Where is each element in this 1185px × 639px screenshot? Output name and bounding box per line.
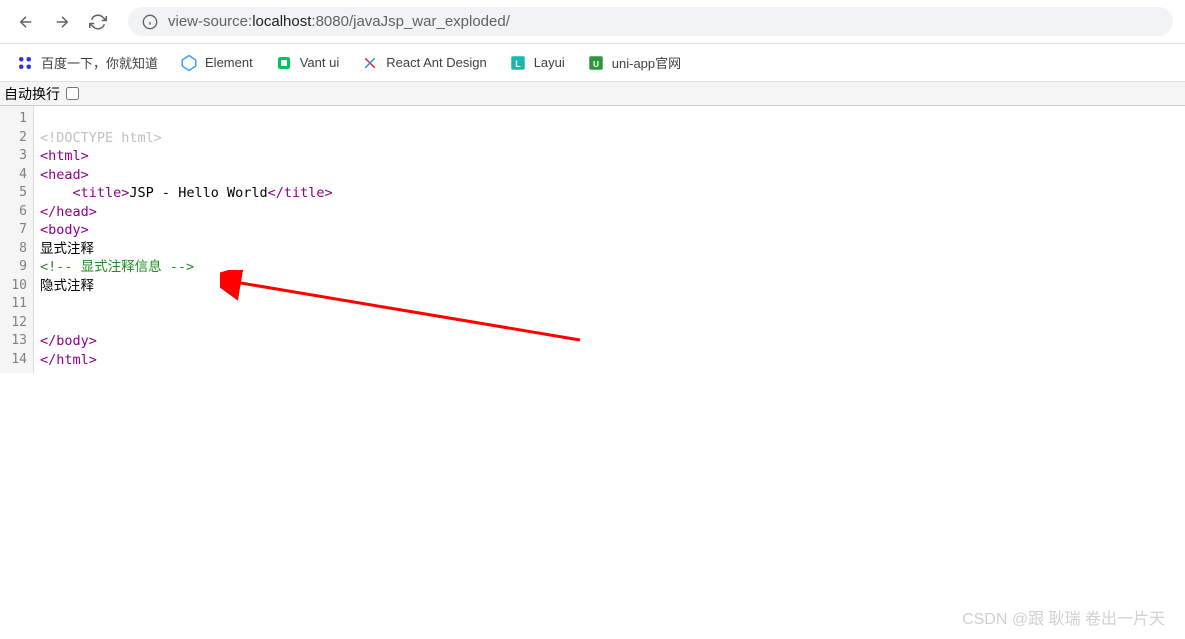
line-number: 12 xyxy=(0,314,33,333)
bookmark-label: Layui xyxy=(534,55,565,70)
line-number: 10 xyxy=(0,277,33,296)
code-line: <head> xyxy=(40,166,1179,185)
line-number: 13 xyxy=(0,332,33,351)
url-text: view-source:localhost:8080/javaJsp_war_e… xyxy=(168,13,510,30)
info-icon xyxy=(142,14,158,30)
code-line: <!DOCTYPE html> xyxy=(40,129,1179,148)
forward-button[interactable] xyxy=(48,8,76,36)
bookmark-vant[interactable]: Vant ui xyxy=(275,54,340,72)
code-line: <title>JSP - Hello World</title> xyxy=(40,184,1179,203)
code-line: 显式注释 xyxy=(40,240,1179,259)
line-number: 3 xyxy=(0,147,33,166)
svg-text:U: U xyxy=(593,59,599,68)
uniapp-icon: U xyxy=(587,54,605,72)
baidu-icon xyxy=(16,54,34,72)
url-bar[interactable]: view-source:localhost:8080/javaJsp_war_e… xyxy=(128,7,1173,36)
line-number: 1 xyxy=(0,110,33,129)
element-icon xyxy=(180,54,198,72)
line-numbers: 1 2 3 4 5 6 7 8 9 10 11 12 13 14 xyxy=(0,106,34,373)
code-line: <body> xyxy=(40,221,1179,240)
bookmark-label: 百度一下，你就知道 xyxy=(41,53,158,72)
autowrap-checkbox[interactable] xyxy=(66,87,79,100)
bookmark-baidu[interactable]: 百度一下，你就知道 xyxy=(16,53,158,72)
code-line: <!-- 显式注释信息 --> xyxy=(40,258,1179,277)
line-number: 5 xyxy=(0,184,33,203)
bookmark-uniapp[interactable]: U uni-app官网 xyxy=(587,53,681,72)
source-view: 1 2 3 4 5 6 7 8 9 10 11 12 13 14 <!DOCTY… xyxy=(0,106,1185,373)
bookmark-label: Vant ui xyxy=(300,55,340,70)
autowrap-label: 自动换行 xyxy=(4,84,60,104)
bookmark-element[interactable]: Element xyxy=(180,54,253,72)
reload-button[interactable] xyxy=(84,8,112,36)
line-number: 2 xyxy=(0,129,33,148)
antd-icon xyxy=(361,54,379,72)
code-line: <html> xyxy=(40,147,1179,166)
bookmarks-bar: 百度一下，你就知道 Element Vant ui React Ant Desi… xyxy=(0,44,1185,82)
watermark: CSDN @跟 耿瑞 卷出一片天 xyxy=(962,605,1165,629)
line-number: 6 xyxy=(0,203,33,222)
code-line xyxy=(40,295,1179,314)
layui-icon: L xyxy=(509,54,527,72)
line-number: 4 xyxy=(0,166,33,185)
code-content: <!DOCTYPE html> <html> <head> <title>JSP… xyxy=(34,106,1185,373)
browser-toolbar: view-source:localhost:8080/javaJsp_war_e… xyxy=(0,0,1185,44)
svg-text:L: L xyxy=(515,58,521,68)
code-line xyxy=(40,314,1179,333)
back-button[interactable] xyxy=(12,8,40,36)
bookmark-layui[interactable]: L Layui xyxy=(509,54,565,72)
line-number: 14 xyxy=(0,351,33,370)
line-number: 8 xyxy=(0,240,33,259)
code-line: </head> xyxy=(40,203,1179,222)
code-line xyxy=(40,110,1179,129)
code-line: </html> xyxy=(40,351,1179,370)
bookmark-antd[interactable]: React Ant Design xyxy=(361,54,486,72)
line-number: 9 xyxy=(0,258,33,277)
autowrap-bar: 自动换行 xyxy=(0,82,1185,106)
bookmark-label: Element xyxy=(205,55,253,70)
code-line: </body> xyxy=(40,332,1179,351)
bookmark-label: uni-app官网 xyxy=(612,53,681,72)
line-number: 11 xyxy=(0,295,33,314)
line-number: 7 xyxy=(0,221,33,240)
code-line: 隐式注释 xyxy=(40,277,1179,296)
bookmark-label: React Ant Design xyxy=(386,55,486,70)
vant-icon xyxy=(275,54,293,72)
